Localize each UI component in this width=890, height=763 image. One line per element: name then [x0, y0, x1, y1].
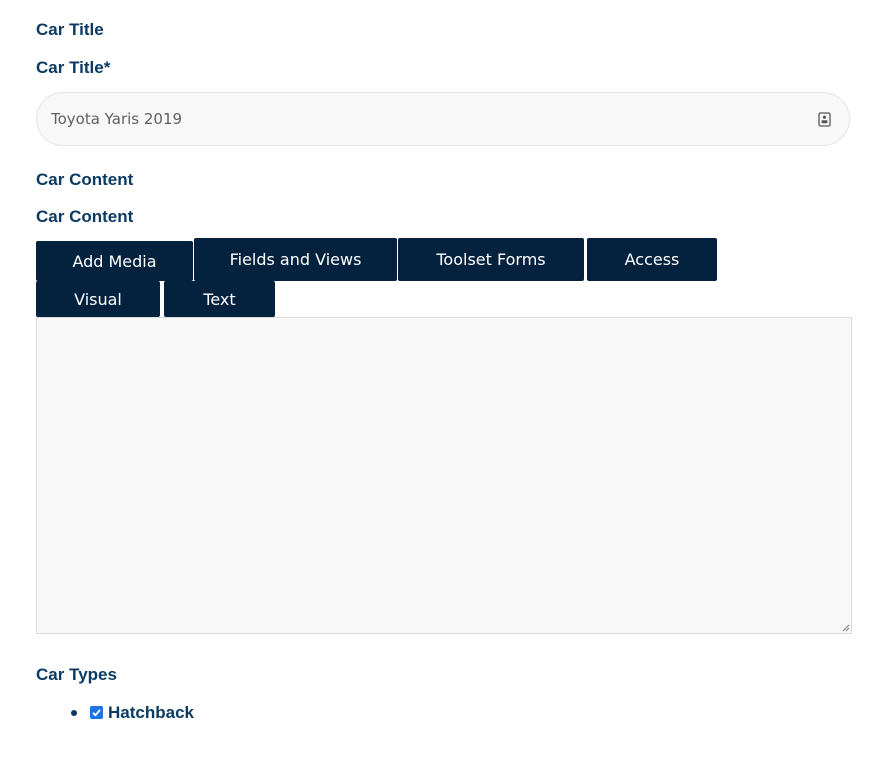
hatchback-label[interactable]: Hatchback: [108, 703, 194, 723]
bullet-icon: [71, 710, 77, 716]
autofill-contact-icon[interactable]: [818, 112, 831, 127]
checkmark-icon: [92, 709, 101, 717]
car-content-editor[interactable]: [36, 317, 852, 634]
car-title-heading: Car Title: [36, 20, 104, 39]
car-content-field-label: Car Content: [36, 207, 134, 226]
fields-and-views-button[interactable]: Fields and Views: [194, 238, 397, 281]
hatchback-checkbox[interactable]: [90, 706, 103, 719]
resize-grip-icon[interactable]: [842, 624, 850, 632]
car-title-input[interactable]: [51, 93, 791, 145]
access-button[interactable]: Access: [587, 238, 717, 281]
add-media-button[interactable]: Add Media: [36, 241, 193, 281]
car-content-heading: Car Content: [36, 170, 134, 189]
car-title-field-label: Car Title*: [36, 58, 111, 77]
car-types-heading: Car Types: [36, 665, 117, 684]
tab-visual[interactable]: Visual: [36, 281, 160, 317]
toolset-forms-button[interactable]: Toolset Forms: [398, 238, 584, 281]
car-title-input-wrapper: [36, 92, 850, 146]
tab-text[interactable]: Text: [164, 281, 275, 317]
